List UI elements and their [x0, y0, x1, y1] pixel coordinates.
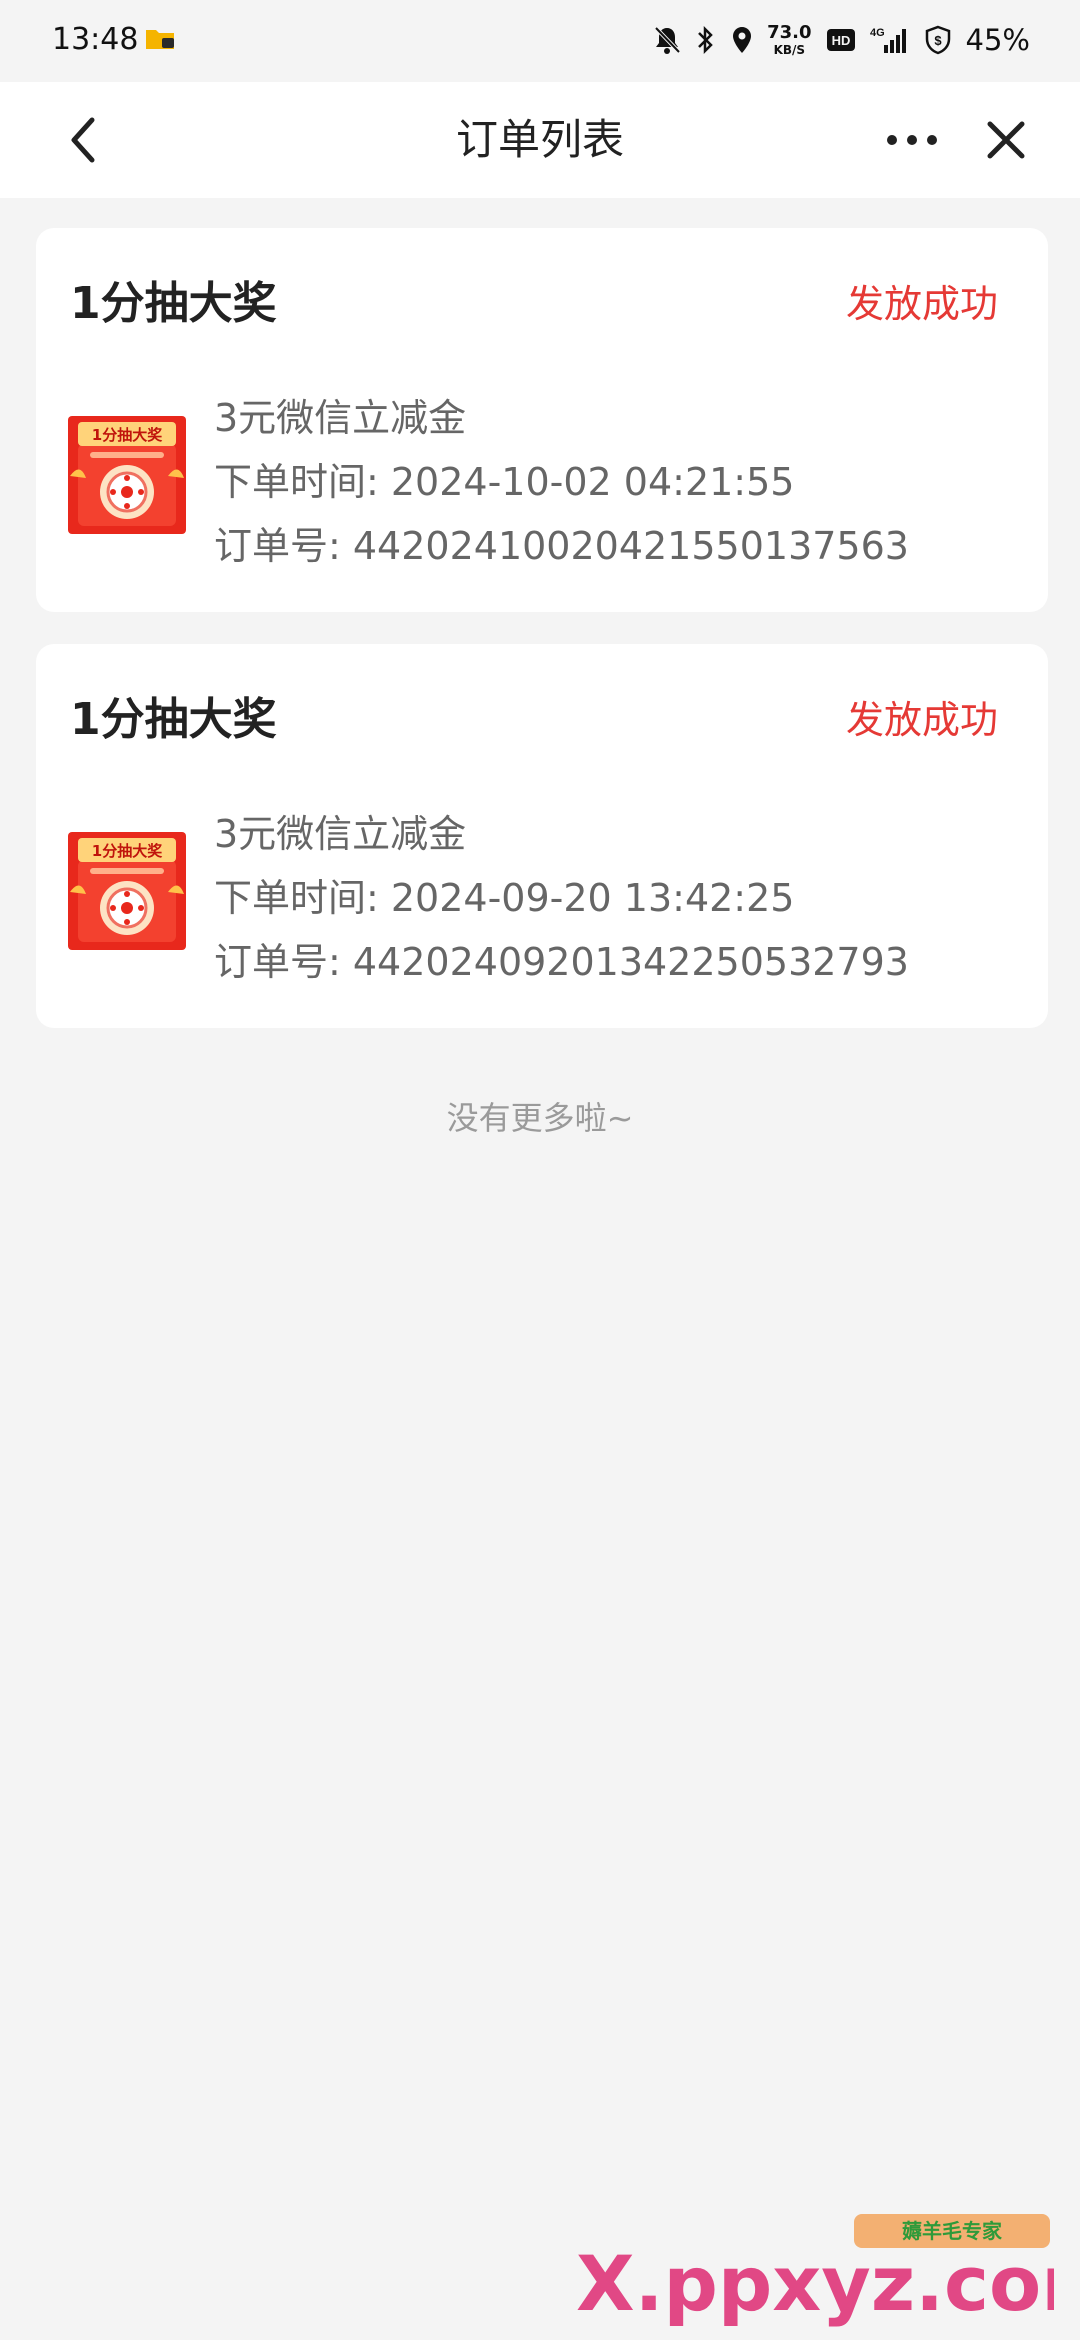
- close-icon: [987, 121, 1025, 159]
- status-icons: 73.0 KB/S HD 4G $ 45%: [653, 18, 1030, 62]
- order-status: 发放成功: [845, 698, 998, 742]
- order-time: 下单时间: 2024-10-02 04:21:55: [214, 460, 795, 504]
- order-thumbnail: 1分抽大奖: [68, 416, 186, 534]
- order-number: 订单号: 442024092013422505327​93: [214, 940, 909, 984]
- order-item-name: 3元微信立减金: [214, 812, 467, 856]
- net-speed-unit: KB/S: [773, 43, 806, 57]
- location-icon: [731, 25, 753, 55]
- order-title: 1分抽大奖: [70, 278, 277, 329]
- thumb-label: 1分抽大奖: [92, 426, 163, 444]
- order-info: 3元微信立减金 下单时间: 2024-09-20 13:42:25 订单号: 4…: [214, 802, 909, 994]
- watermark-text: X.ppxyz.com: [576, 2239, 1054, 2328]
- security-shield-icon: $: [924, 25, 952, 55]
- order-info: 3元微信立减金 下单时间: 2024-10-02 04:21:55 订单号: 4…: [214, 386, 909, 578]
- nav-header: 订单列表: [0, 82, 1080, 198]
- order-number: 订单号: 442024100204215501375​63: [214, 524, 909, 568]
- signal-icon: 4G: [870, 25, 910, 55]
- more-dots-icon: [887, 135, 937, 145]
- order-item-name: 3元微信立减金: [214, 396, 467, 440]
- hd-label: HD: [831, 33, 850, 48]
- order-status: 发放成功: [845, 282, 998, 326]
- more-button[interactable]: [880, 112, 944, 168]
- order-title: 1分抽大奖: [70, 694, 277, 745]
- signal-label: 4G: [870, 27, 885, 39]
- close-button[interactable]: [978, 112, 1034, 168]
- net-speed-value: 73.0: [767, 22, 812, 43]
- svg-text:$: $: [934, 33, 942, 48]
- battery-percent: 45%: [965, 23, 1030, 57]
- no-more-text: 没有更多啦~: [446, 1099, 634, 1137]
- folder-app-icon: [144, 24, 178, 54]
- order-thumbnail: 1分抽大奖: [68, 832, 186, 950]
- hd-icon: HD: [826, 28, 856, 52]
- watermark-logo: 薅羊毛专家 X.ppxyz.com: [574, 2210, 1080, 2330]
- bluetooth-icon: [695, 25, 717, 55]
- status-time: 13:48: [52, 22, 139, 57]
- thumb-label: 1分抽大奖: [92, 842, 163, 860]
- net-speed: 73.0 KB/S: [767, 22, 812, 57]
- bell-off-icon: [653, 25, 681, 55]
- status-bar: 13:48 73.0 KB/S HD 4G $ 45%: [0, 0, 1080, 82]
- order-card[interactable]: 1分抽大奖 发放成功 1分抽大奖 3元微信立减金 下单时间: 2024-09-2…: [36, 644, 1048, 1028]
- order-card[interactable]: 1分抽大奖 发放成功 1分抽大奖 3元微信立减金 下单时间: 2024-10-0…: [36, 228, 1048, 612]
- order-time: 下单时间: 2024-09-20 13:42:25: [214, 876, 795, 920]
